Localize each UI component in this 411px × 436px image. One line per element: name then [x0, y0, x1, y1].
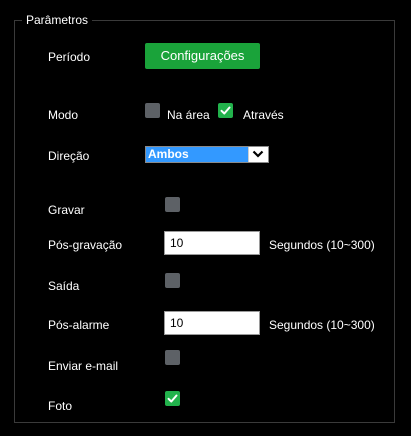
direcao-label: Direção — [48, 149, 90, 163]
gravar-label: Gravar — [48, 203, 85, 217]
direcao-select[interactable]: Ambos — [145, 146, 269, 163]
atraves-label: Através — [243, 108, 284, 122]
foto-checkbox[interactable] — [165, 391, 180, 406]
dropdown-arrow[interactable] — [248, 147, 268, 162]
atraves-checkbox[interactable] — [218, 103, 233, 118]
na-area-label: Na área — [167, 108, 210, 122]
chevron-down-icon — [252, 150, 264, 158]
periodo-label: Período — [48, 50, 91, 64]
gravar-checkbox[interactable] — [165, 197, 180, 212]
modo-label: Modo — [48, 108, 79, 122]
pos-gravacao-unit: Segundos (10~300) — [269, 238, 375, 252]
foto-label: Foto — [48, 399, 73, 413]
na-area-checkbox[interactable] — [145, 103, 160, 118]
pos-alarme-input[interactable] — [164, 311, 260, 335]
saida-label: Saída — [48, 279, 80, 293]
check-icon — [167, 394, 178, 403]
pos-alarme-unit: Segundos (10~300) — [269, 318, 375, 332]
pos-gravacao-input[interactable] — [164, 231, 260, 255]
check-icon — [220, 106, 231, 115]
section-title: Parâmetros — [22, 12, 93, 28]
configuracoes-button[interactable]: Configurações — [145, 43, 260, 69]
enviar-email-checkbox[interactable] — [165, 350, 180, 365]
pos-gravacao-label: Pós-gravação — [48, 238, 123, 252]
enviar-email-label: Enviar e-mail — [48, 359, 119, 373]
saida-checkbox[interactable] — [165, 273, 180, 288]
pos-alarme-label: Pós-alarme — [48, 318, 110, 332]
direcao-selected-value: Ambos — [146, 147, 249, 162]
